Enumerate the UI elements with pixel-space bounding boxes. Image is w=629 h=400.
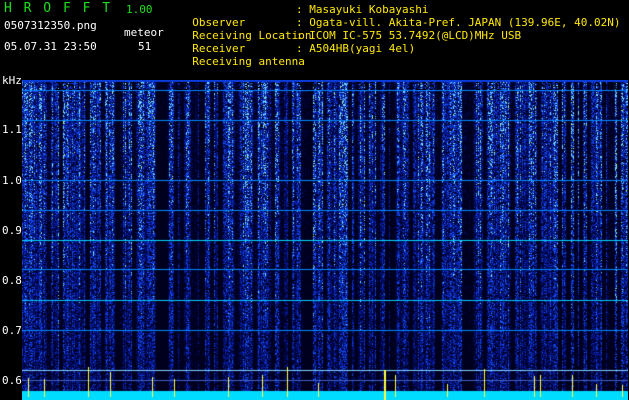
minute-label-2358: 2358 <box>475 80 502 93</box>
meteor-label: meteor <box>124 26 164 39</box>
date-time: 05.07.31 23:50 <box>4 40 97 53</box>
freq-label-0-9: 0.9 <box>2 224 22 237</box>
minute-label-2359: 2359 <box>534 80 561 93</box>
minute-label-2353: 2353 <box>176 80 203 93</box>
freq-label-1-1: 1.1 <box>2 123 22 136</box>
antenna-value: : A504HB(yagi 4el) <box>296 42 416 55</box>
freq-label-0-8: 0.8 <box>2 274 22 287</box>
antenna-label: Receiving antenna <box>192 55 305 68</box>
minute-label-2354: 2354 <box>236 80 263 93</box>
freq-label-0-7: 0.7 <box>2 324 22 337</box>
app-title: H R O F F T <box>4 1 113 16</box>
spectrogram <box>22 80 628 400</box>
freq-label-0-6: 0.6 <box>2 374 22 387</box>
freq-label-1-0: 1.0 <box>2 174 22 187</box>
observer-value: : Masayuki Kobayashi <box>296 3 429 16</box>
meteor-count: 51 <box>138 40 152 53</box>
frequency-unit-label: kHz <box>2 74 22 87</box>
receiver-value: : ICOM IC-575 53.7492(@LCD)MHz USB <box>296 29 522 42</box>
minute-label-2356: 2356 <box>356 80 383 93</box>
file-name: 0507312350.png <box>4 19 97 32</box>
minute-label-2357: 2357 <box>415 80 442 93</box>
minute-label-2351: 2351 <box>55 80 82 93</box>
minute-label-0000: 0000 <box>594 80 621 93</box>
minute-label-2352: 2352 <box>116 80 143 93</box>
minute-label-2355: 2355 <box>296 80 323 93</box>
location-value: : Ogata-vill. Akita-Pref. JAPAN (139.96E… <box>296 16 621 29</box>
antenna-row: Receiving antenna <box>179 42 305 68</box>
app-version: 1.00 <box>126 3 153 16</box>
